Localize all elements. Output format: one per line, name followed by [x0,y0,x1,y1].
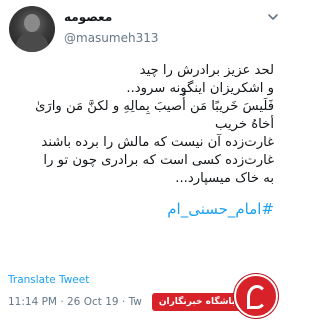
tweet-timestamp[interactable]: 11:14 PM · 26 Oct 19 · Tw [8,296,142,308]
display-name[interactable]: معصومه [64,10,112,24]
user-handle[interactable]: @masumeh313 [64,31,158,45]
tweet-line: غارت‌زده آن نیست که مالش را برده باشند [41,135,274,150]
tweet-line: و اشکریزان اینگونه سرود.. [126,81,274,96]
tweet-line: به خاک میسپارد... [175,171,274,186]
avatar[interactable] [9,6,55,52]
hashtag-link[interactable]: #امام_حسنی_ام [8,200,274,218]
tweet-line: أخاهُ خریب [215,117,274,132]
tweet-line: فَلَیسَ خَریبًا مَن أُصیبَ بِمالِهِ و لک… [35,99,274,114]
watermark-logo-icon [234,274,278,318]
tweet-line: غارت‌زده کسی است که برادری چون تو را [43,153,274,168]
tweet-line: لحد عزیز برادرش را چید [139,63,274,78]
chevron-down-icon[interactable] [266,10,280,24]
watermark: باشگاه خبرنگاران [150,274,280,318]
tweet-text: لحد عزیز برادرش را چید و اشکریزان اینگون… [8,62,274,218]
avatar-head-shape [24,14,40,32]
watermark-label: باشگاه خبرنگاران [152,293,242,311]
watermark-glyph-shape [247,285,267,309]
translate-tweet-link[interactable]: Translate Tweet [8,274,89,286]
avatar-body-shape [16,32,48,52]
